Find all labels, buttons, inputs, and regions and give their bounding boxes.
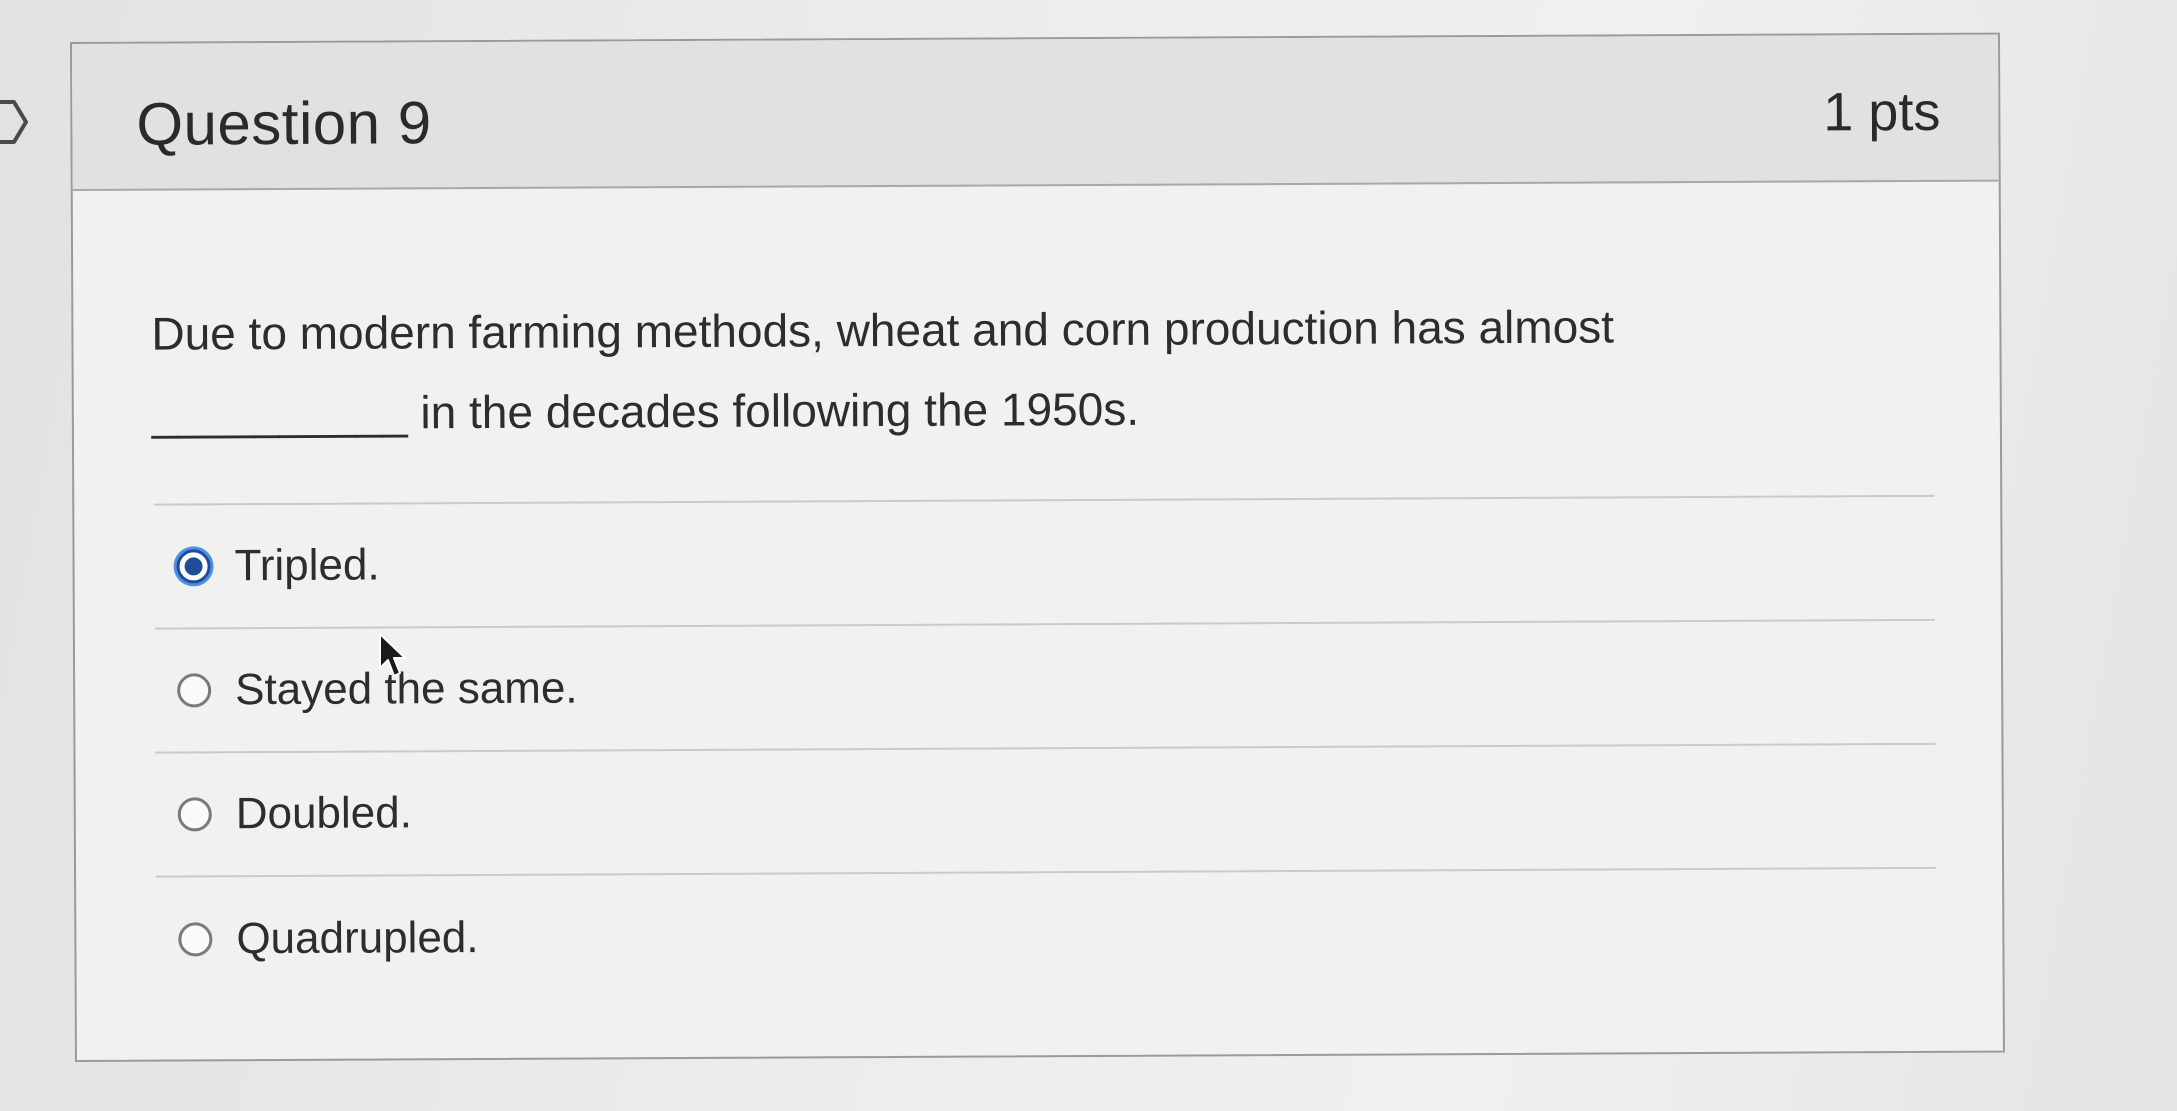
question-text-part1: Due to modern farming methods, wheat and… bbox=[151, 300, 1615, 360]
question-header: Question 9 1 pts bbox=[72, 34, 1999, 191]
question-points: 1 pts bbox=[1823, 81, 1941, 143]
question-text-part2: in the decades following the 1950s. bbox=[407, 382, 1140, 439]
answer-list: Tripled. Stayed the same. Doubled. Quadr… bbox=[154, 496, 1937, 1002]
answer-label[interactable]: Quadrupled. bbox=[236, 913, 478, 964]
question-text: Due to modern farming methods, wheat and… bbox=[151, 285, 1872, 453]
answer-label[interactable]: Tripled. bbox=[234, 540, 379, 591]
question-card: Question 9 1 pts Due to modern farming m… bbox=[70, 32, 2005, 1062]
mouse-pointer-icon bbox=[379, 633, 406, 677]
question-title: Question 9 bbox=[136, 89, 432, 158]
screen: Question 9 1 pts Due to modern farming m… bbox=[0, 0, 2177, 1111]
question-flag-marker-icon[interactable] bbox=[0, 98, 32, 146]
answer-option-tripled[interactable]: Tripled. bbox=[154, 496, 1935, 630]
answer-option-stayed-the-same[interactable]: Stayed the same. bbox=[154, 620, 1936, 754]
answer-option-quadrupled[interactable]: Quadrupled. bbox=[156, 869, 1937, 1002]
radio-button[interactable] bbox=[177, 797, 212, 832]
answer-label[interactable]: Doubled. bbox=[236, 788, 412, 839]
fill-in-blank: __________ bbox=[151, 386, 408, 440]
radio-button[interactable] bbox=[177, 673, 212, 708]
answer-option-doubled[interactable]: Doubled. bbox=[155, 744, 1937, 878]
radio-button[interactable] bbox=[178, 922, 213, 957]
radio-button-selected[interactable] bbox=[176, 549, 211, 584]
